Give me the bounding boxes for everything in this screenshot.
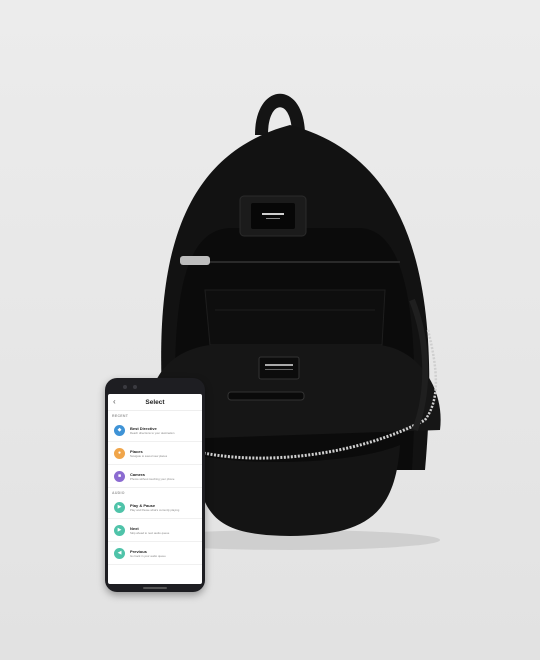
camera-lens-icon	[123, 385, 127, 389]
item-subtitle: Play and Pause what's currently playing	[130, 507, 180, 512]
list-item-next[interactable]: ▶ Next Skip ahead to next audio queue	[108, 519, 202, 542]
item-subtitle: Navigate to saved new places	[130, 453, 168, 458]
navigation-icon: ◆	[114, 424, 125, 436]
item-subtitle: Go back in your audio queue	[130, 553, 166, 558]
play-pause-icon: ▶	[114, 501, 125, 513]
section-label-recent: RECENT	[112, 414, 129, 418]
sensor-icon	[133, 385, 137, 389]
pin-icon: ●	[114, 447, 125, 459]
camera-icon: ■	[114, 470, 125, 482]
chevron-left-icon[interactable]: ‹	[113, 396, 116, 408]
phone: ‹ Select RECENT ◆ Best Directive Reach d…	[105, 378, 205, 592]
item-subtitle: Reach directions to your destination	[130, 430, 175, 435]
list-item-camera[interactable]: ■ Camera Photos without touching your ph…	[108, 465, 202, 488]
phone-screen: ‹ Select RECENT ◆ Best Directive Reach d…	[108, 394, 202, 584]
home-indicator	[143, 587, 167, 589]
app-header: ‹ Select	[108, 394, 202, 411]
list-item-play-pause[interactable]: ▶ Play & Pause Play and Pause what's cur…	[108, 496, 202, 519]
list-item-best-directive[interactable]: ◆ Best Directive Reach directions to you…	[108, 419, 202, 442]
list-item-previous[interactable]: ◀ Previous Go back in your audio queue	[108, 542, 202, 565]
page-title: Select	[145, 398, 165, 406]
list-item-places[interactable]: ● Places Navigate to saved new places	[108, 442, 202, 465]
previous-icon: ◀	[114, 547, 125, 559]
backpack-photo	[0, 0, 540, 660]
next-icon: ▶	[114, 524, 125, 536]
item-subtitle: Photos without touching your phone	[130, 476, 175, 481]
section-label-audio: AUDIO	[112, 491, 125, 495]
item-subtitle: Skip ahead to next audio queue	[130, 530, 170, 535]
